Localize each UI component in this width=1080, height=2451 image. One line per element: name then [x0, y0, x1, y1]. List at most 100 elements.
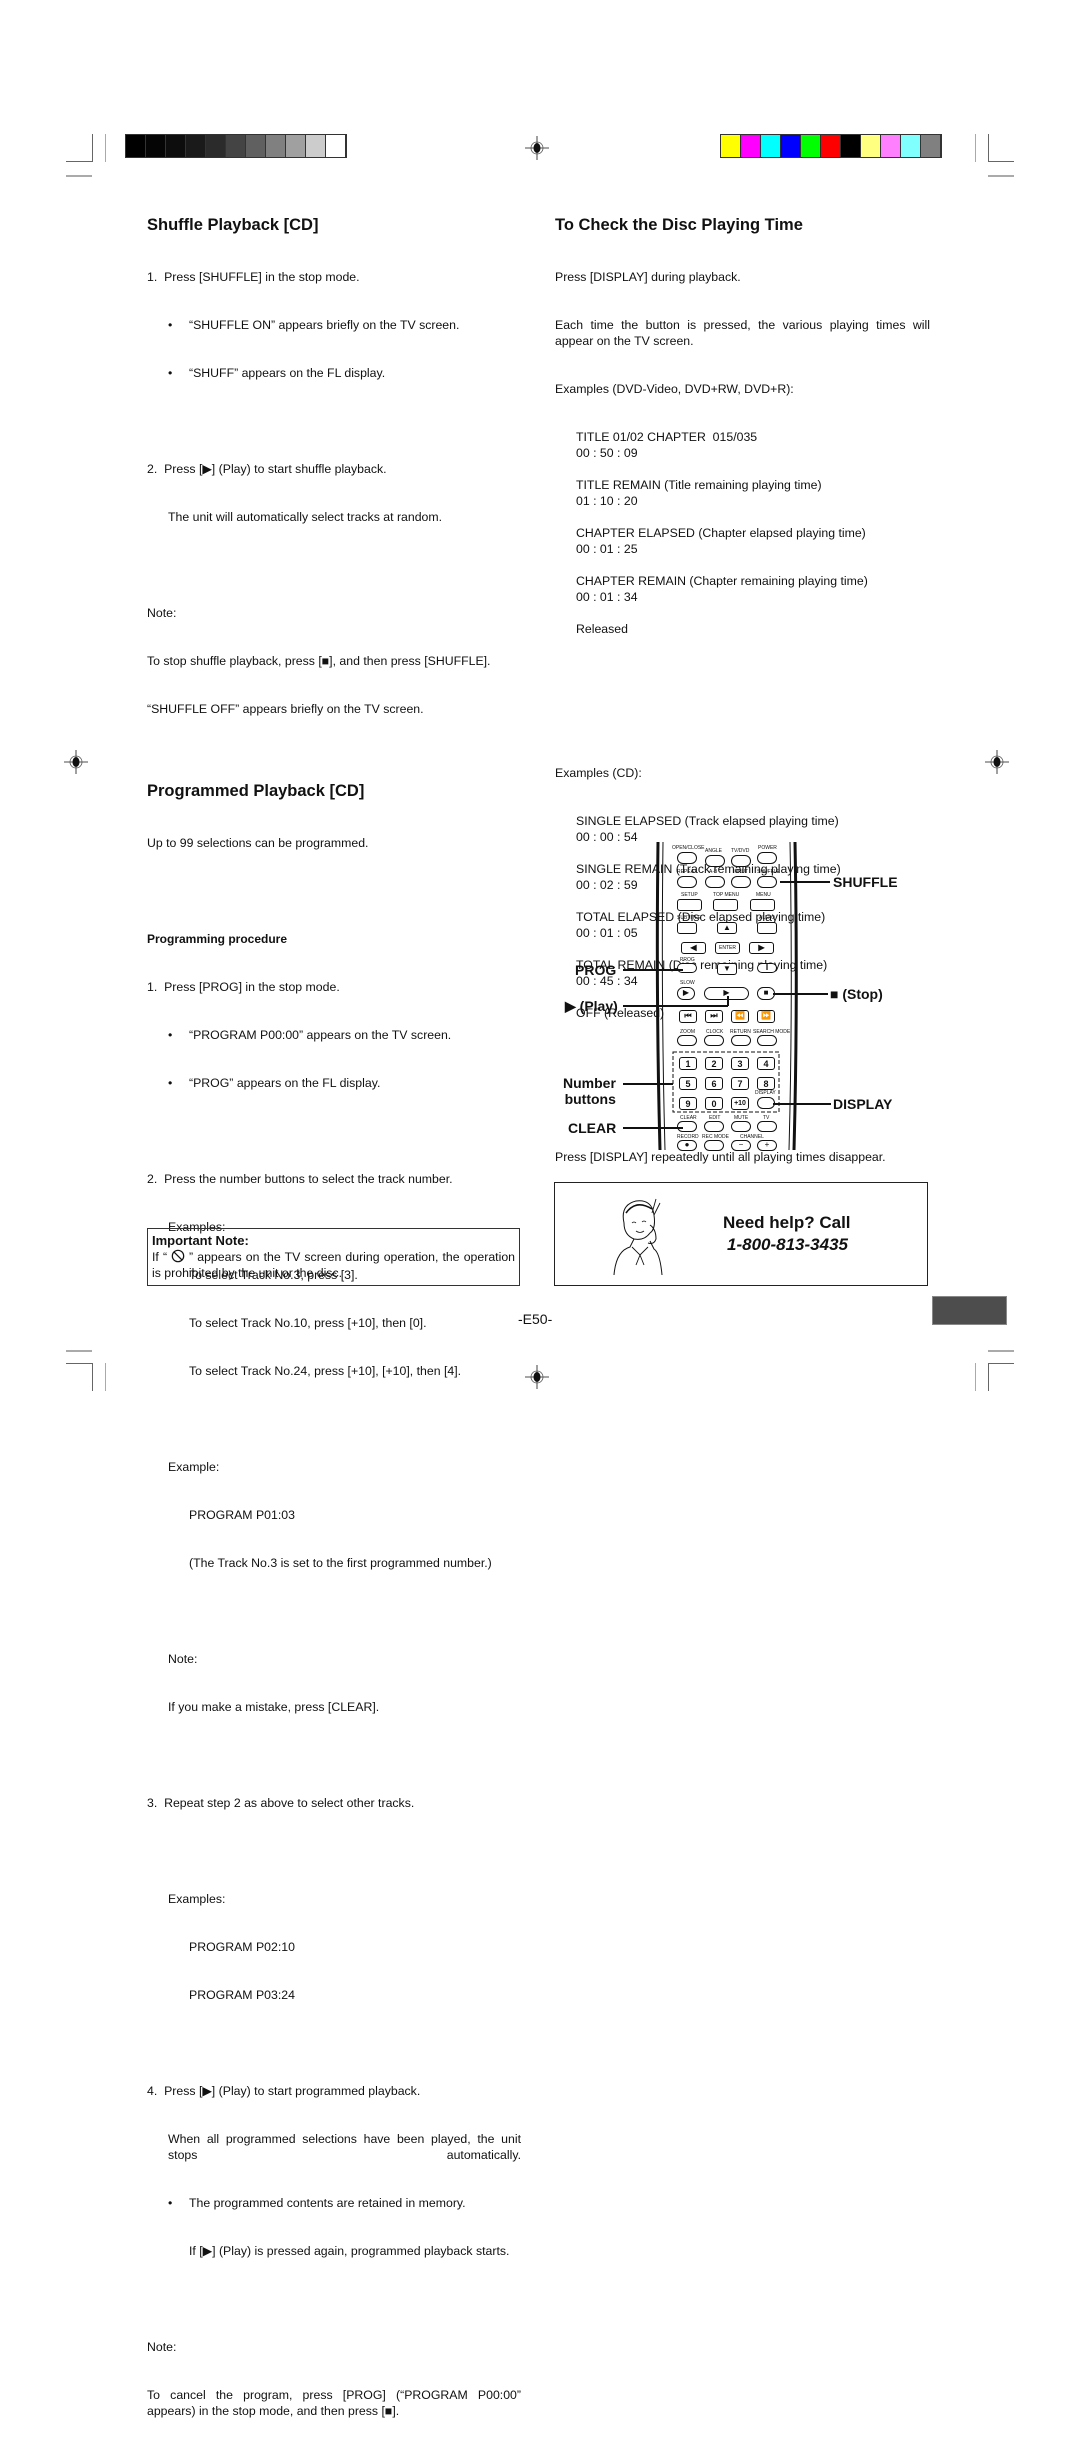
- shuffle-button[interactable]: [757, 876, 777, 888]
- intro-text: Press [DISPLAY] during playback.: [555, 270, 741, 284]
- tv-dvd-button[interactable]: [731, 855, 751, 867]
- angle-button[interactable]: [705, 855, 725, 867]
- right-arrow-button[interactable]: ▶: [749, 942, 774, 954]
- subheading: Programming procedure: [147, 932, 288, 946]
- page-number: -E50-: [518, 1311, 553, 1327]
- crop-mark: [105, 134, 106, 162]
- time-example-value: 00 : 01 : 34: [576, 590, 638, 604]
- top-menu-button[interactable]: [713, 899, 738, 911]
- remote-button-label: POWER: [758, 845, 777, 851]
- callout-leader: [780, 881, 830, 883]
- remote-button-label: OPEN/CLOSE: [672, 845, 705, 851]
- programmed-playback-section: Programmed Playback [CD] Up to 99 select…: [147, 781, 521, 2451]
- note-text: To stop shuffle playback, press [■], and…: [147, 654, 491, 668]
- number-key-plus10[interactable]: +10: [731, 1097, 749, 1110]
- fast-forward-button[interactable]: ⏩: [757, 1010, 775, 1023]
- power-button[interactable]: [757, 852, 777, 864]
- examples-label: Examples:: [168, 1892, 226, 1906]
- crop-mark: [66, 161, 92, 162]
- number-key-0[interactable]: 0: [705, 1097, 723, 1110]
- number-key-6[interactable]: 6: [705, 1077, 723, 1090]
- grayscale-calibration-bar: [125, 134, 347, 158]
- note-text: “SHUFFLE OFF” appears briefly on the TV …: [147, 702, 424, 716]
- input-button[interactable]: [731, 876, 751, 888]
- important-note-box: Important Note: If “” appears on the TV …: [147, 1228, 520, 1286]
- remote-button-label: SEARCH MODE: [753, 1029, 791, 1035]
- number-key-1[interactable]: 1: [679, 1057, 697, 1070]
- skip-forward-button[interactable]: ⏭: [705, 1010, 723, 1023]
- number-key-5[interactable]: 5: [679, 1077, 697, 1090]
- rec-mode-button[interactable]: [704, 1140, 724, 1151]
- subtitle-button[interactable]: [677, 922, 697, 934]
- search-mode-button[interactable]: [757, 1035, 777, 1046]
- remote-button-label: REC MODE: [702, 1134, 729, 1140]
- note-text: To cancel the program, press [PROG] (“PR…: [147, 2388, 521, 2418]
- record-button[interactable]: ●: [677, 1140, 697, 1151]
- remote-button-label: SLOW: [680, 980, 695, 986]
- color-swatch: [306, 135, 326, 157]
- color-swatch: [146, 135, 166, 157]
- time-example-value: 01 : 10 : 20: [576, 494, 638, 508]
- crop-mark: [975, 1363, 976, 1391]
- remote-button-label: PROG: [680, 957, 695, 963]
- rewind-button[interactable]: ⏪: [731, 1010, 749, 1023]
- crop-mark: [988, 175, 1014, 177]
- bullet-item: • “SHUFF” appears on the FL display.: [168, 366, 386, 380]
- examples-label: Examples (DVD-Video, DVD+RW, DVD+R):: [555, 382, 794, 396]
- slow-button[interactable]: ▶: [677, 987, 695, 1000]
- number-key-4[interactable]: 4: [757, 1057, 775, 1070]
- bullet-item: • “PROG” appears on the FL display.: [168, 1076, 381, 1090]
- number-key-8[interactable]: 8: [757, 1077, 775, 1090]
- color-swatch: [226, 135, 246, 157]
- number-key-2[interactable]: 2: [705, 1057, 723, 1070]
- example-detail: (The Track No.3 is set to the first prog…: [189, 1556, 492, 1570]
- open-close-button[interactable]: [677, 852, 697, 864]
- audio-button[interactable]: [757, 922, 777, 934]
- pause-button[interactable]: ‖: [757, 963, 777, 973]
- help-box: Need help? Call 1-800-813-3435: [554, 1182, 928, 1286]
- help-phone-number[interactable]: 1-800-813-3435: [727, 1235, 848, 1255]
- remote-button-label: ZOOM: [680, 1029, 695, 1035]
- section-title: To Check the Disc Playing Time: [555, 216, 803, 234]
- remote-button-label: MENU: [756, 892, 771, 898]
- example-value: PROGRAM P01:03: [189, 1508, 295, 1522]
- channel-up-button[interactable]: +: [757, 1140, 777, 1151]
- number-key-7[interactable]: 7: [731, 1077, 749, 1090]
- time-example-value: 00 : 01 : 25: [576, 542, 638, 556]
- return-button[interactable]: [731, 1035, 751, 1046]
- number-key-9[interactable]: 9: [679, 1097, 697, 1110]
- important-note-title: Important Note:: [152, 1233, 249, 1248]
- time-example-label: TITLE 01/02 CHAPTER 015/035: [576, 430, 758, 444]
- repeat-button[interactable]: [677, 876, 697, 888]
- edit-button[interactable]: [704, 1121, 724, 1132]
- callout-leader: [623, 1127, 683, 1129]
- mute-button[interactable]: [731, 1121, 751, 1132]
- registration-mark-icon: [64, 750, 88, 774]
- setup-button[interactable]: [677, 899, 702, 911]
- up-arrow-button[interactable]: ▲: [717, 922, 737, 934]
- remote-button-label: DISPLAY: [755, 1090, 776, 1096]
- examples-label: Examples (CD):: [555, 766, 642, 780]
- number-key-3[interactable]: 3: [731, 1057, 749, 1070]
- color-swatch: [761, 135, 781, 157]
- menu-button[interactable]: [750, 899, 775, 911]
- intro-text: Each time the button is pressed, the var…: [555, 318, 930, 348]
- registration-mark-icon: [525, 1365, 549, 1389]
- zoom-button[interactable]: [677, 1035, 697, 1046]
- left-arrow-button[interactable]: ◀: [681, 942, 706, 954]
- registration-mark-icon: [525, 136, 549, 160]
- color-swatch: [901, 135, 921, 157]
- crop-mark: [988, 134, 989, 162]
- down-arrow-button[interactable]: ▼: [717, 963, 737, 975]
- remote-button-label: CLEAR: [680, 1115, 697, 1121]
- color-calibration-bar: [720, 134, 942, 158]
- crop-mark: [975, 134, 976, 162]
- skip-back-button[interactable]: ⏮: [679, 1010, 697, 1023]
- channel-down-button[interactable]: −: [731, 1140, 751, 1151]
- color-swatch: [166, 135, 186, 157]
- prog-button[interactable]: [677, 963, 697, 973]
- clock-button[interactable]: [704, 1035, 724, 1046]
- ab-button[interactable]: [705, 876, 725, 888]
- tv-button[interactable]: [757, 1121, 777, 1132]
- crop-mark: [988, 161, 1014, 162]
